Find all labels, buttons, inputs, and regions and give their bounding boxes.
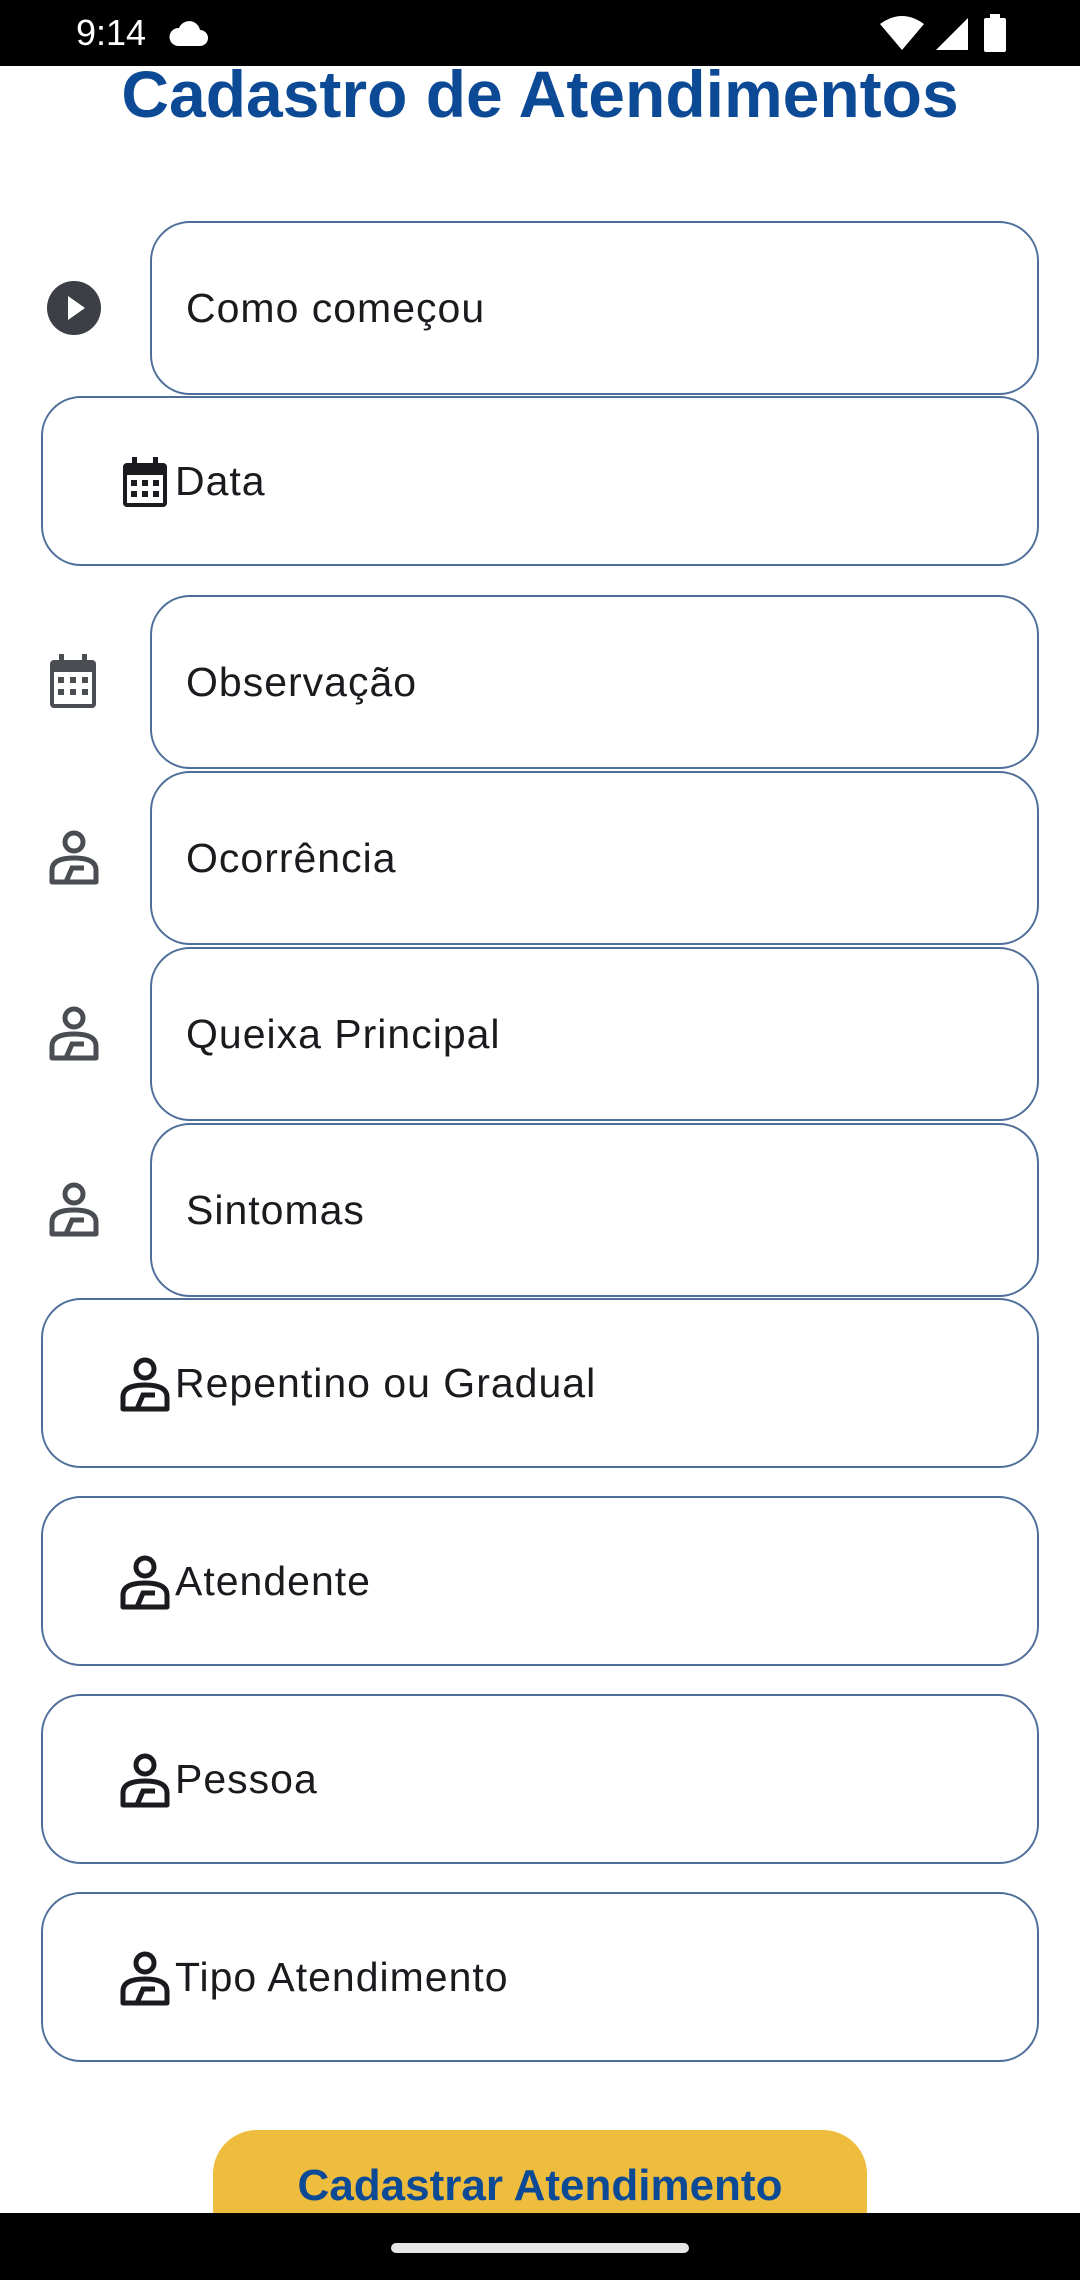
status-time: 9:14: [76, 12, 147, 53]
field-label: Repentino ou Gradual: [175, 1359, 597, 1406]
field-label: Atendente: [175, 1557, 371, 1604]
play-circle-icon: [47, 281, 101, 335]
field-observacao[interactable]: Observação: [150, 595, 1039, 769]
person-medical-icon: [49, 830, 99, 885]
calendar-icon: [50, 654, 96, 708]
field-atendente[interactable]: Atendente: [41, 1496, 1039, 1666]
field-label: Ocorrência: [186, 834, 397, 881]
page-title: Cadastro de Atendimentos: [121, 57, 959, 131]
person-medical-icon: [120, 1951, 170, 2006]
field-label: Sintomas: [186, 1186, 365, 1233]
field-queixa-principal[interactable]: Queixa Principal: [150, 947, 1039, 1121]
submit-label: Cadastrar Atendimento: [297, 2161, 783, 2210]
field-label: Tipo Atendimento: [175, 1953, 509, 2000]
field-label: Queixa Principal: [186, 1010, 501, 1057]
field-tipo-atendimento[interactable]: Tipo Atendimento: [41, 1892, 1039, 2062]
field-ocorrencia[interactable]: Ocorrência: [150, 771, 1039, 945]
field-label: Pessoa: [175, 1755, 318, 1802]
person-medical-icon: [49, 1006, 99, 1061]
field-sintomas[interactable]: Sintomas: [150, 1123, 1039, 1297]
person-medical-icon: [120, 1555, 170, 1610]
field-label: Data: [175, 457, 266, 504]
field-label: Como começou: [186, 284, 486, 331]
cloud-icon: [169, 21, 208, 46]
calendar-icon: [123, 457, 167, 507]
status-bar: 9:14: [0, 0, 1080, 66]
navigation-bar: [0, 2213, 1080, 2280]
person-medical-icon: [49, 1182, 99, 1237]
battery-icon: [984, 14, 1006, 52]
cellular-icon: [936, 18, 968, 50]
field-pessoa[interactable]: Pessoa: [41, 1694, 1039, 1864]
home-gesture-handle[interactable]: [391, 2243, 689, 2253]
field-label: Observação: [186, 658, 418, 705]
person-medical-icon: [120, 1357, 170, 1412]
field-data[interactable]: Data: [41, 396, 1039, 566]
person-medical-icon: [120, 1753, 170, 1808]
wifi-icon: [880, 16, 924, 50]
field-repentino-ou-gradual[interactable]: Repentino ou Gradual: [41, 1298, 1039, 1468]
field-como-comecou[interactable]: Como começou: [150, 221, 1039, 395]
